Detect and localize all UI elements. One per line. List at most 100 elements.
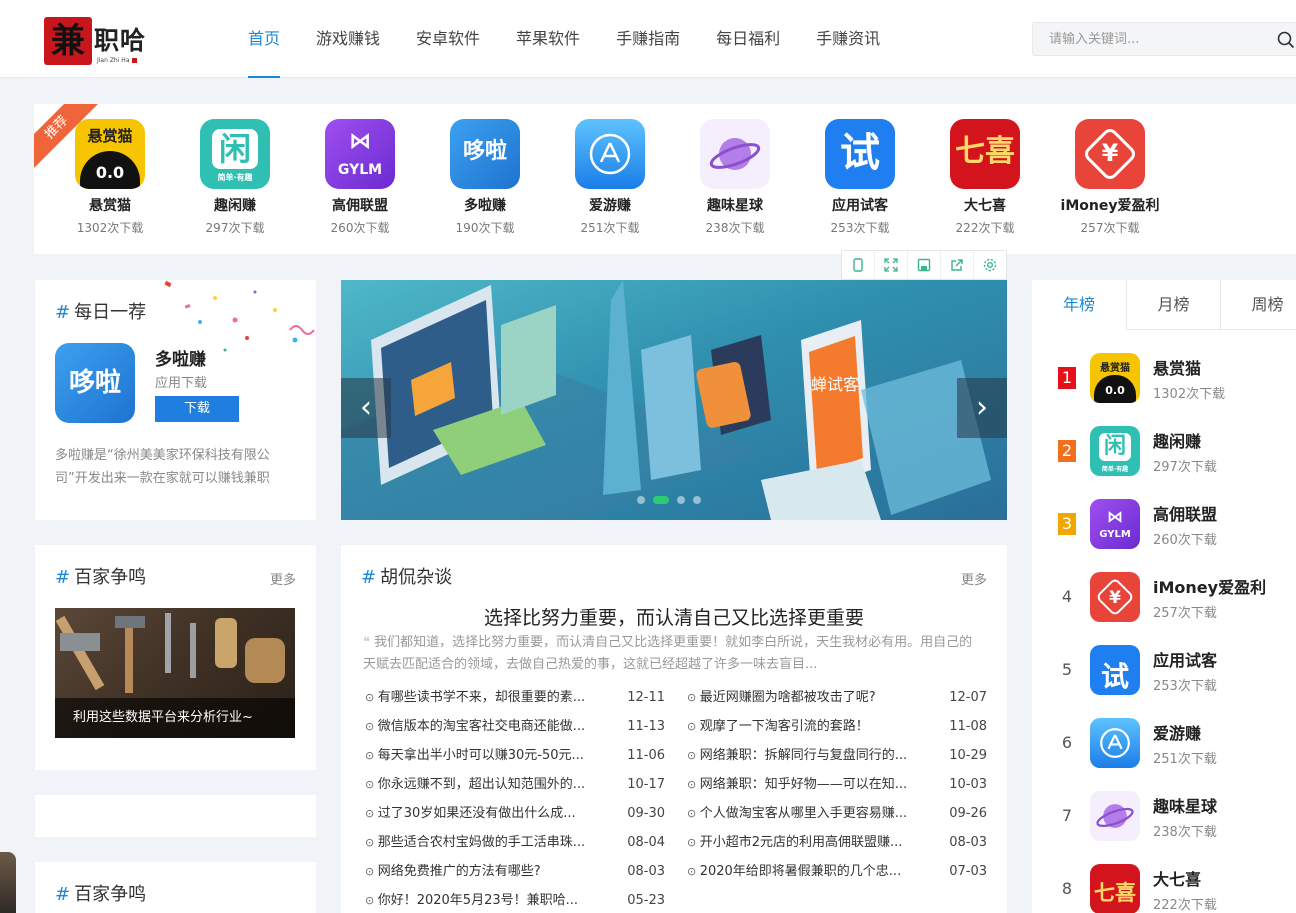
list-item[interactable]: 每天拿出半小时可以赚30元-50元...11-06 (365, 741, 665, 770)
app-card[interactable]: 趣味星球 238次下载 (680, 119, 790, 236)
app-card[interactable]: 哆啦 多啦赚 190次下载 (430, 119, 540, 236)
more-link[interactable]: 更多 (270, 569, 296, 588)
app-downloads: 251次下载 (580, 221, 640, 235)
ranking-item[interactable]: 4 ¥ iMoney爱盈利 257次下载 (1032, 564, 1296, 637)
rank-number: 4 (1061, 587, 1073, 606)
app-name: 应用试客 (1153, 651, 1218, 670)
carousel-dot[interactable] (693, 496, 701, 504)
nav-android-apps[interactable]: 安卓软件 (398, 0, 498, 78)
section-title: # 百家争鸣 (55, 884, 147, 905)
search-icon[interactable] (1277, 31, 1295, 49)
logo-pinyin: Jian Zhi Ha (97, 57, 130, 64)
list-item[interactable]: 网络兼职：拆解同行与复盘同行的...10-29 (687, 741, 987, 770)
rank-badge: 2 (1058, 440, 1076, 462)
rank-number: 5 (1061, 660, 1073, 679)
featured-summary: ❝ 我们都知道，选择比努力重要，而认清自己又比选择更重要！就如李白所说，天生我材… (363, 635, 973, 672)
ranking-item[interactable]: 3 ⋈ GYLM 高佣联盟 260次下载 (1032, 491, 1296, 564)
settings-icon[interactable] (974, 251, 1006, 279)
app-icon-quxianzhuan: 闲 简单·有趣 (1090, 426, 1140, 476)
rank-number: 7 (1061, 806, 1073, 825)
page-toolbar (841, 250, 1007, 280)
app-icon-quweixingqiu (1090, 791, 1140, 841)
nav-news[interactable]: 手赚资讯 (798, 0, 898, 78)
ranking-item[interactable]: 1 悬赏猫 0.0 悬赏猫 1302次下载 (1032, 345, 1296, 418)
more-link[interactable]: 更多 (961, 569, 987, 588)
app-name: 悬赏猫 (1153, 359, 1202, 378)
tab-weekly[interactable]: 周榜 (1220, 280, 1296, 330)
app-icon-daqixi: 七喜 (950, 119, 1020, 189)
daily-app-description: 多啦赚是“徐州美美家环保科技有限公司”开发出来一款在家就可以赚钱兼职 (55, 448, 270, 486)
site-logo[interactable]: 兼 职哈 Jian Zhi Ha (44, 17, 152, 67)
carousel-dot[interactable] (677, 496, 685, 504)
save-icon[interactable] (908, 251, 941, 279)
tab-yearly[interactable]: 年榜 (1032, 280, 1126, 330)
daily-app-icon[interactable]: 哆啦 (55, 343, 135, 423)
app-downloads: 260次下载 (1153, 533, 1217, 548)
featured-headline[interactable]: 选择比努力重要，而认清自己又比选择更重要 (341, 603, 1007, 630)
app-card[interactable]: 试 应用试客 253次下载 (805, 119, 915, 236)
app-card[interactable]: ¥ iMoney爱盈利 257次下载 (1055, 119, 1165, 236)
app-icon-gaoyong: ⋈ GYLM (325, 119, 395, 189)
app-downloads: 260次下载 (330, 221, 390, 235)
tab-monthly[interactable]: 月榜 (1126, 280, 1220, 330)
list-item[interactable]: 那些适合农村宝妈做的手工活串珠...08-04 (365, 828, 665, 857)
app-card[interactable]: 七喜 大七喜 222次下载 (930, 119, 1040, 236)
app-downloads: 297次下载 (1153, 460, 1217, 475)
news-list-right: 最近网赚圈为啥都被攻击了呢?12-07 观摩了一下淘客引流的套路！11-08 网… (687, 683, 987, 886)
list-item[interactable]: 网络免费推广的方法有哪些?08-03 (365, 857, 665, 886)
nav-ios-apps[interactable]: 苹果软件 (498, 0, 598, 78)
share-icon[interactable] (941, 251, 974, 279)
app-name: 悬赏猫 (89, 198, 131, 214)
list-item[interactable]: 你永远赚不到，超出认知范围外的...10-17 (365, 770, 665, 799)
list-item[interactable]: 有哪些读书学不来，却很重要的素...12-11 (365, 683, 665, 712)
app-name: 趣闲赚 (1153, 432, 1202, 451)
featured-caption[interactable]: 利用这些数据平台来分析行业~ (55, 698, 295, 738)
news-list-left: 有哪些读书学不来，却很重要的素...12-11 微信版本的淘宝客社交电商还能做.… (365, 683, 665, 913)
ranking-item[interactable]: 7 趣味星球 238次下载 (1032, 783, 1296, 856)
app-downloads: 222次下载 (955, 221, 1015, 235)
ranking-item[interactable]: 8 七喜 大七喜 222次下载 (1032, 856, 1296, 913)
search-input[interactable] (1033, 23, 1253, 55)
app-icon-quxianzhuan: 闲 简单·有趣 (200, 119, 270, 189)
app-downloads: 190次下载 (455, 221, 515, 235)
list-item[interactable]: 微信版本的淘宝客社交电商还能做...11-13 (365, 712, 665, 741)
app-card[interactable]: ⋈ GYLM 高佣联盟 260次下载 (305, 119, 415, 236)
list-item[interactable]: 观摩了一下淘客引流的套路！11-08 (687, 712, 987, 741)
carousel-next-button[interactable]: › (957, 378, 1007, 438)
app-card[interactable]: 爱游赚 251次下载 (555, 119, 665, 236)
list-item[interactable]: 开小超市2元店的利用高佣联盟赚...08-03 (687, 828, 987, 857)
app-icon-imoney: ¥ (1075, 119, 1145, 189)
nav-guide[interactable]: 手赚指南 (598, 0, 698, 78)
list-item[interactable]: 最近网赚圈为啥都被攻击了呢?12-07 (687, 683, 987, 712)
nav-daily-welfare[interactable]: 每日福利 (698, 0, 798, 78)
app-name: 趣味星球 (707, 198, 763, 214)
banner-carousel[interactable]: 蝉试客 ‹ › (341, 280, 1007, 520)
recommended-apps: 推荐 悬赏猫 0.0 悬赏猫 1302次下载 闲 简单·有趣 趣闲赚 297次下… (34, 104, 1296, 254)
app-card[interactable]: 闲 简单·有趣 趣闲赚 297次下载 (180, 119, 290, 236)
carousel-dot[interactable] (637, 496, 645, 504)
list-item[interactable]: 你好！2020年5月23号！兼职哈...05-23 (365, 886, 665, 913)
section-title: # 百家争鸣 (55, 567, 147, 588)
nav-game-earning[interactable]: 游戏赚钱 (298, 0, 398, 78)
fullscreen-icon[interactable] (875, 251, 908, 279)
nav-home[interactable]: 首页 (230, 0, 298, 78)
empty-card (35, 795, 316, 837)
app-card[interactable]: 悬赏猫 0.0 悬赏猫 1302次下载 (55, 119, 165, 236)
list-item[interactable]: 过了30岁如果还没有做出什么成...09-30 (365, 799, 665, 828)
app-name: iMoney爱盈利 (1060, 198, 1160, 214)
carousel-prev-button[interactable]: ‹ (341, 378, 391, 438)
featured-image[interactable]: 利用这些数据平台来分析行业~ (55, 608, 295, 738)
list-item[interactable]: 2020年给即将暑假兼职的几个忠...07-03 (687, 857, 987, 886)
carousel-dot[interactable] (653, 496, 669, 504)
ranking-item[interactable]: 2 闲 简单·有趣 趣闲赚 297次下载 (1032, 418, 1296, 491)
app-downloads: 257次下载 (1153, 606, 1217, 621)
list-item[interactable]: 网络兼职：知乎好物——可以在知...10-03 (687, 770, 987, 799)
rank-badge: 3 (1058, 513, 1076, 535)
app-icon-xuanshangmao: 悬赏猫 0.0 (1090, 353, 1140, 403)
daily-app-name[interactable]: 多啦赚 (155, 345, 206, 370)
ranking-item[interactable]: 5 试 应用试客 253次下载 (1032, 637, 1296, 710)
mobile-icon[interactable] (842, 251, 875, 279)
list-item[interactable]: 个人做淘宝客从哪里入手更容易赚...09-26 (687, 799, 987, 828)
ranking-item[interactable]: 6 爱游赚 251次下载 (1032, 710, 1296, 783)
download-button[interactable]: 下载 (155, 396, 239, 422)
